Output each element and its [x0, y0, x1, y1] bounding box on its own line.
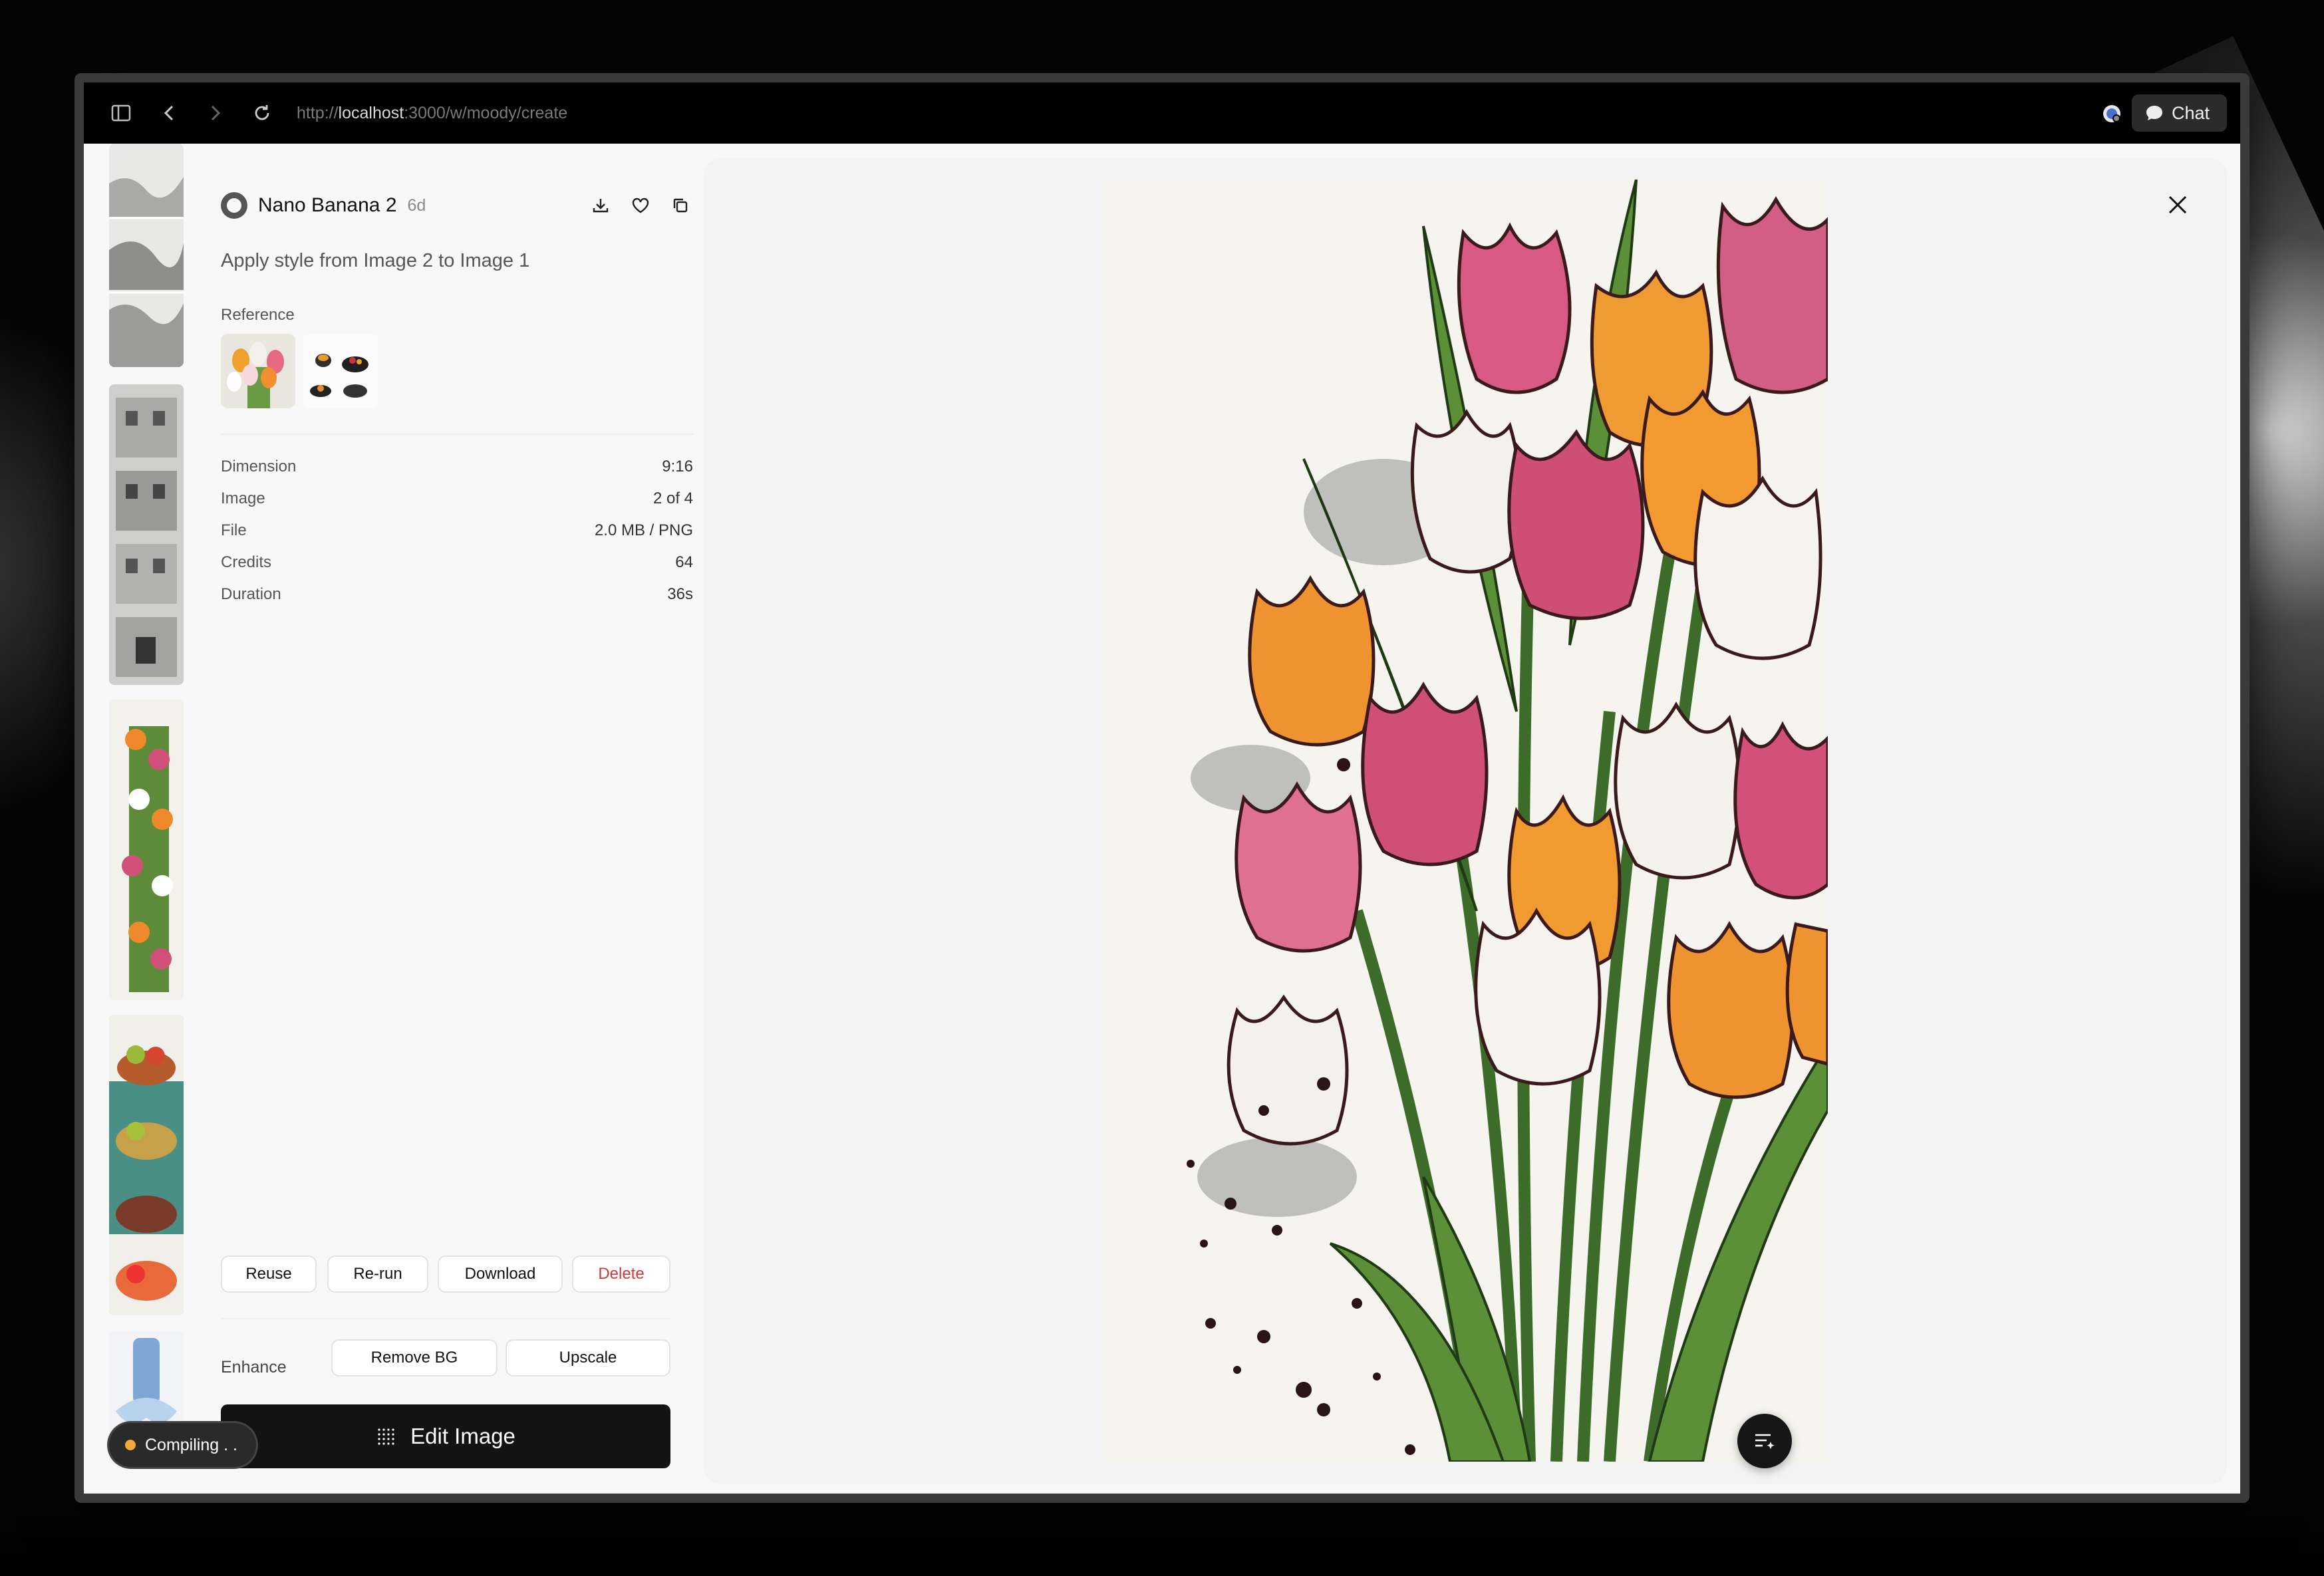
edit-image-label: Edit Image	[410, 1424, 515, 1448]
browser-toolbar: http://localhost:3000/w/moody/create Cha…	[84, 82, 2240, 144]
sparkle-grid-icon	[378, 1428, 394, 1445]
reuse-button[interactable]: Reuse	[221, 1255, 317, 1293]
compiling-label: Compiling . .	[145, 1435, 237, 1454]
thumbnail-sketch-landscape[interactable]	[109, 144, 184, 367]
meta-row-credits: Credits 64	[221, 553, 693, 571]
prompt-text: Apply style from Image 2 to Image 1	[221, 250, 530, 271]
divider	[221, 1318, 670, 1319]
delete-button[interactable]: Delete	[572, 1255, 670, 1293]
chat-bubble-icon	[2146, 106, 2162, 120]
meta-row-duration: Duration 36s	[221, 585, 693, 603]
adjust-settings-button[interactable]	[1737, 1414, 1792, 1468]
url-host: localhost	[338, 104, 404, 122]
copy-icon[interactable]	[669, 194, 692, 217]
model-name: Nano Banana 2	[258, 194, 397, 216]
thumbnail-tulips[interactable]	[109, 700, 184, 1000]
generation-thumbnails	[109, 144, 196, 1480]
app-content: Nano Banana 2 6d Apply style from Image …	[84, 144, 2240, 1494]
forward-icon[interactable]	[202, 100, 229, 126]
thumbnail-fruit-bowl[interactable]	[109, 1015, 184, 1315]
model-logo-icon	[221, 192, 247, 219]
remove-bg-button[interactable]: Remove BG	[331, 1339, 498, 1377]
chat-label: Chat	[2171, 102, 2210, 123]
thumbnail-sketch-house[interactable]	[109, 384, 184, 685]
rerun-button[interactable]: Re-run	[327, 1255, 428, 1293]
meta-row-file: File 2.0 MB / PNG	[221, 521, 693, 539]
compiling-status-badge: Compiling . .	[109, 1423, 256, 1467]
upscale-button[interactable]: Upscale	[506, 1339, 670, 1377]
extension-icon[interactable]	[2101, 102, 2123, 125]
meta-row-image: Image 2 of 4	[221, 489, 693, 507]
download-icon[interactable]	[589, 194, 612, 217]
back-icon[interactable]	[156, 100, 182, 126]
generation-age: 6d	[407, 196, 426, 215]
reference-label: Reference	[221, 306, 295, 324]
sidebar-toggle-icon[interactable]	[108, 100, 134, 126]
chat-button[interactable]: Chat	[2131, 94, 2227, 132]
browser-window: http://localhost:3000/w/moody/create Cha…	[74, 73, 2250, 1503]
model-header: Nano Banana 2 6d	[221, 189, 693, 222]
address-bar[interactable]: http://localhost:3000/w/moody/create	[297, 98, 567, 128]
reference-image-1[interactable]	[221, 334, 295, 408]
heart-icon[interactable]	[629, 194, 652, 217]
download-button[interactable]: Download	[438, 1255, 563, 1293]
meta-row-dimension: Dimension 9:16	[221, 458, 693, 475]
close-icon[interactable]	[2164, 192, 2191, 218]
status-dot-icon	[125, 1440, 136, 1450]
image-viewer	[704, 158, 2227, 1484]
edit-image-button[interactable]: Edit Image	[221, 1404, 670, 1468]
reference-image-2[interactable]	[303, 334, 378, 408]
enhance-label: Enhance	[221, 1358, 287, 1377]
reload-icon[interactable]	[249, 100, 275, 126]
url-path: :3000/w/moody/create	[404, 104, 568, 122]
generated-image[interactable]	[1104, 180, 1828, 1462]
divider	[221, 434, 693, 435]
sliders-sparkle-icon	[1755, 1434, 1775, 1450]
url-scheme: http://	[297, 104, 339, 122]
detail-panel: Nano Banana 2 6d Apply style from Image …	[221, 144, 693, 1480]
